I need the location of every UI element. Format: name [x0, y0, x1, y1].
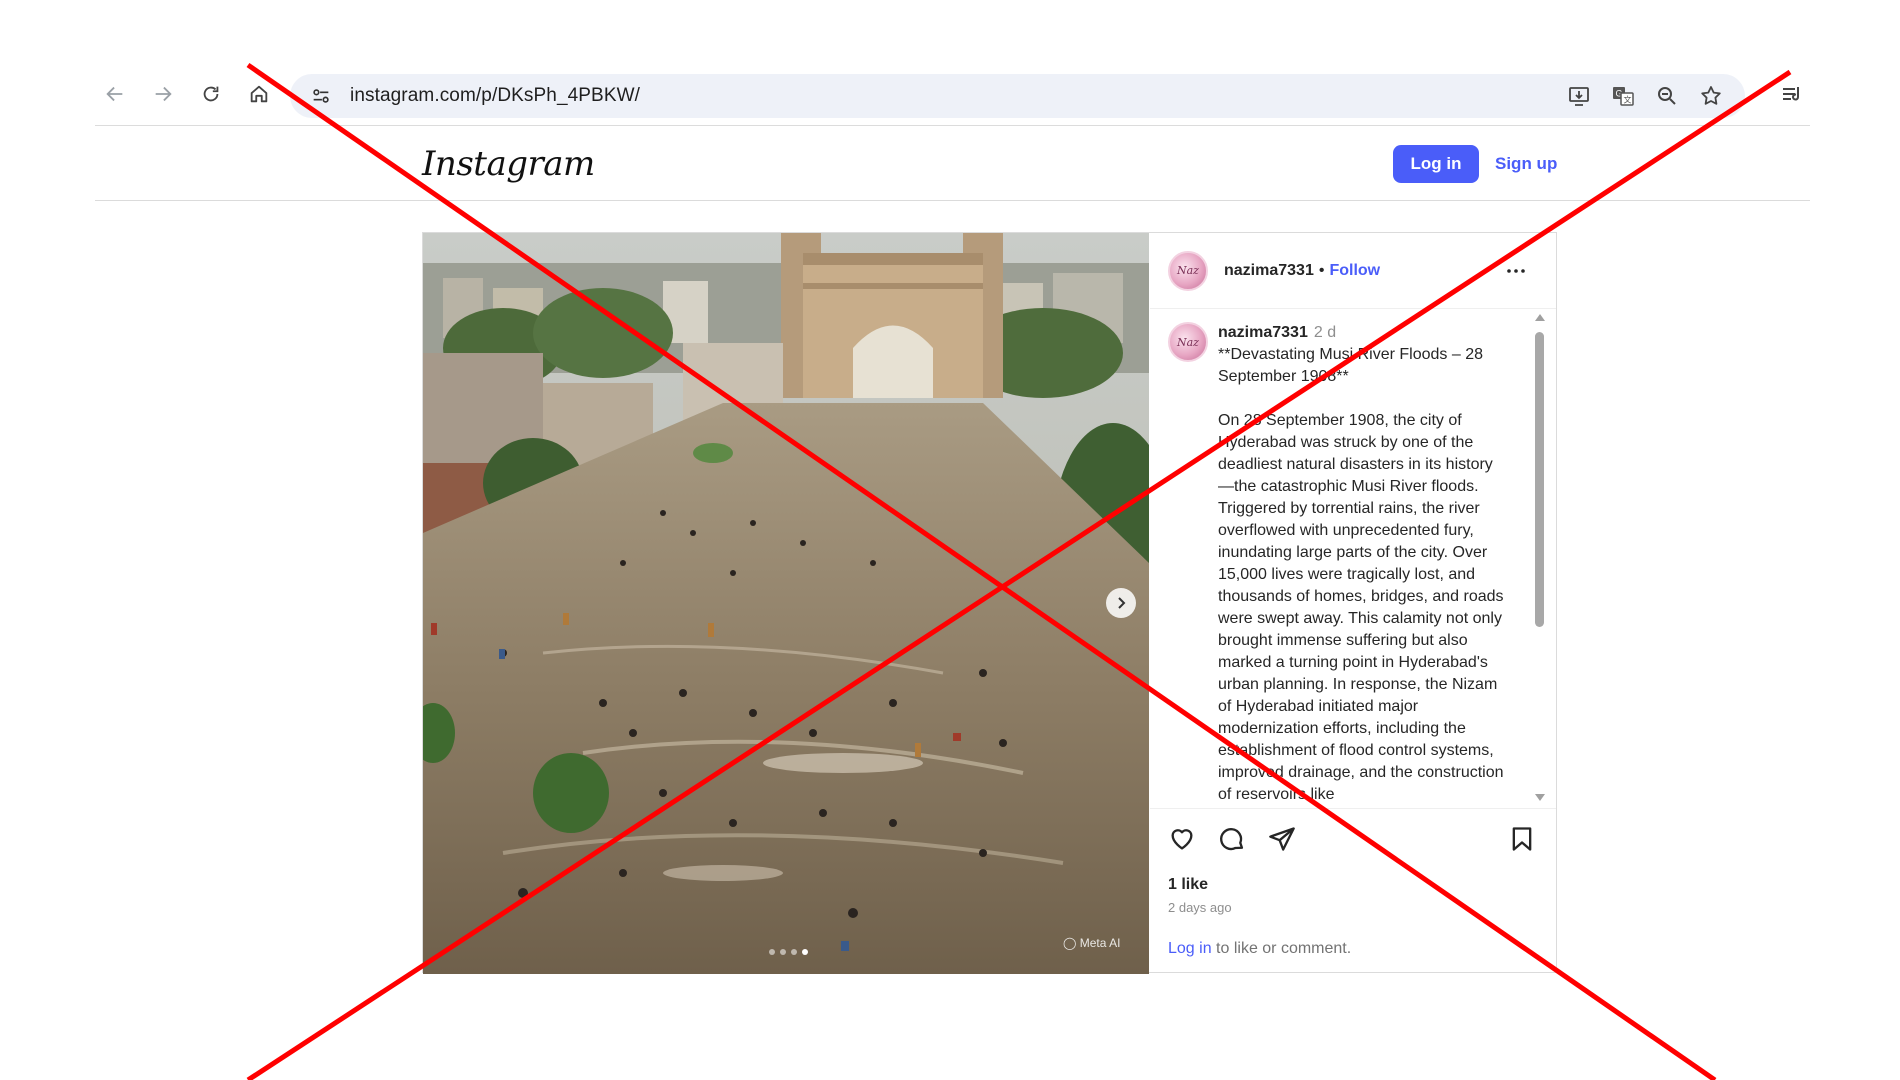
action-icons	[1168, 825, 1296, 853]
carousel-next-button[interactable]	[1106, 588, 1136, 618]
avatar[interactable]: Naz	[1168, 250, 1208, 291]
carousel-indicator	[769, 949, 808, 955]
avatar-text: Naz	[1177, 335, 1199, 349]
caption-body: **Devastating Musi River Floods – 28 Sep…	[1218, 346, 1504, 803]
more-options-icon[interactable]	[1504, 259, 1528, 283]
separator-dot: •	[1318, 261, 1325, 279]
carousel-dot	[769, 949, 775, 955]
comment-prompt: Log in to like or comment.	[1168, 940, 1351, 958]
post-image[interactable]: ◯ Meta AI	[423, 233, 1149, 974]
header-divider	[95, 200, 1810, 201]
comment-login-link[interactable]: Log in	[1168, 940, 1212, 957]
back-button[interactable]	[95, 74, 135, 114]
post-username[interactable]: nazima7331	[1224, 262, 1314, 280]
post-timestamp: 2 days ago	[1168, 900, 1232, 915]
meta-ai-label: Meta AI	[1079, 936, 1121, 950]
instagram-logo[interactable]: Instagram	[422, 144, 595, 184]
comment-icon[interactable]	[1218, 825, 1246, 853]
heart-icon[interactable]	[1168, 825, 1196, 853]
caption-scrollbar[interactable]	[1532, 310, 1546, 808]
site-info-button[interactable]	[308, 83, 334, 109]
carousel-dot-active	[802, 949, 808, 955]
site-info-icon	[313, 89, 329, 103]
login-button[interactable]: Log in	[1393, 145, 1479, 183]
reading-list-icon	[1783, 87, 1800, 101]
translate-icon[interactable]: G文	[1611, 84, 1635, 108]
flood-scene-image	[423, 233, 1149, 974]
scroll-thumb[interactable]	[1535, 332, 1544, 627]
post-sidebar: Naz nazima7331 • Follow Naz nazima7331 2 …	[1150, 233, 1556, 972]
caption-username[interactable]: nazima7331	[1218, 324, 1308, 341]
browser-toolbar: instagram.com/p/DKsPh_4PBKW/ G文	[95, 68, 1810, 120]
bookmark-star-icon[interactable]	[1699, 84, 1723, 108]
svg-text:文: 文	[1624, 95, 1632, 105]
forward-arrow-icon	[155, 86, 172, 102]
reading-list-button[interactable]	[1774, 76, 1810, 112]
save-button[interactable]	[1508, 825, 1536, 858]
bookmark-icon	[1512, 827, 1532, 851]
address-bar-tools: G文	[1567, 74, 1723, 118]
scroll-up-arrow-icon[interactable]	[1535, 314, 1545, 321]
comment-prompt-text: to like or comment.	[1211, 940, 1352, 957]
screenshot-root: instagram.com/p/DKsPh_4PBKW/ G文 Instagra…	[0, 0, 1900, 1080]
url-text[interactable]: instagram.com/p/DKsPh_4PBKW/	[350, 85, 640, 107]
meta-ai-watermark: ◯ Meta AI	[1063, 936, 1120, 950]
post-header: Naz nazima7331 • Follow	[1150, 233, 1556, 309]
post-container: ◯ Meta AI Naz nazima7331 • Follow Naz na…	[422, 232, 1557, 974]
toolbar-divider	[95, 125, 1810, 126]
home-icon	[250, 85, 268, 103]
carousel-dot	[791, 949, 797, 955]
likes-count[interactable]: 1 like	[1168, 876, 1208, 894]
share-icon[interactable]	[1268, 825, 1296, 853]
avatar-text: Naz	[1177, 264, 1199, 277]
chevron-right-icon	[1118, 597, 1126, 609]
caption-scroll-area[interactable]: Naz nazima7331 2 d **Devastating Musi Riv…	[1150, 310, 1556, 808]
meta-ai-ring-icon: ◯	[1063, 936, 1080, 950]
signup-link[interactable]: Sign up	[1495, 145, 1557, 183]
post-actions: 1 like 2 days ago Log in to like or comm…	[1150, 808, 1556, 972]
reload-icon	[203, 86, 219, 102]
reload-button[interactable]	[191, 74, 231, 114]
follow-button[interactable]: Follow	[1329, 262, 1380, 280]
forward-button[interactable]	[143, 74, 183, 114]
caption-avatar[interactable]: Naz	[1168, 322, 1208, 362]
address-bar[interactable]: instagram.com/p/DKsPh_4PBKW/ G文	[290, 74, 1745, 118]
back-arrow-icon	[106, 86, 123, 102]
caption-time: 2 d	[1313, 324, 1337, 341]
caption-text-block: nazima7331 2 d **Devastating Musi River F…	[1218, 322, 1508, 806]
carousel-dot	[780, 949, 786, 955]
zoom-icon[interactable]	[1655, 84, 1679, 108]
install-app-icon[interactable]	[1567, 84, 1591, 108]
scroll-down-arrow-icon[interactable]	[1535, 794, 1545, 801]
home-button[interactable]	[239, 74, 279, 114]
